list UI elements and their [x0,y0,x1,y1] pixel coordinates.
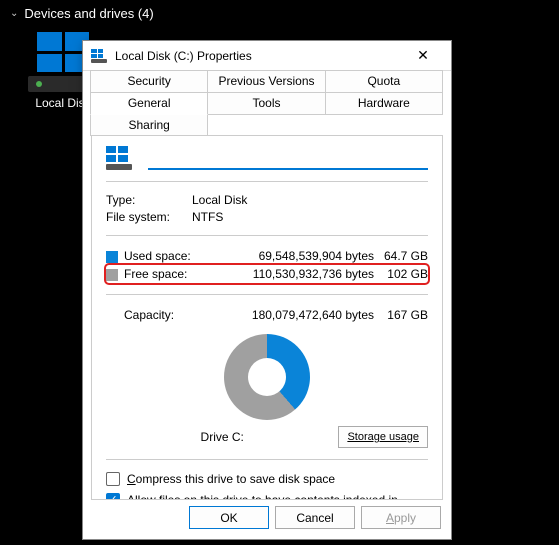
drive-icon [91,49,107,63]
type-value: Local Disk [192,193,428,207]
tab-quota[interactable]: Quota [325,70,443,93]
tab-sharing[interactable]: Sharing [90,114,208,136]
apply-button[interactable]: Apply [361,506,441,529]
storage-usage-button[interactable]: Storage usage [338,426,428,448]
capacity-gb: 167 GB [374,306,428,324]
tab-security[interactable]: Security [90,70,208,93]
section-title: Devices and drives (4) [24,6,153,21]
used-color-icon [106,251,118,263]
close-button[interactable]: ✕ [403,42,443,70]
used-bytes: 69,548,539,904 bytes [213,247,374,265]
free-label: Free space: [124,265,213,283]
capacity-bytes: 180,079,472,640 bytes [197,306,374,324]
tab-strip: Security Previous Versions Quota General… [83,71,451,136]
tab-general[interactable]: General [90,92,208,115]
cancel-button[interactable]: Cancel [275,506,355,529]
drive-icon [106,146,134,170]
free-bytes: 110,530,932,736 bytes [213,265,374,283]
space-table: Used space: 69,548,539,904 bytes 64.7 GB… [106,247,428,283]
used-space-row: Used space: 69,548,539,904 bytes 64.7 GB [106,247,428,265]
used-gb: 64.7 GB [374,247,428,265]
type-label: Type: [106,193,184,207]
index-checkbox-row[interactable]: ✓ Allow files on this drive to have cont… [106,492,428,500]
filesystem-label: File system: [106,210,184,224]
dialog-buttons: OK Cancel Apply [83,506,451,539]
index-label: Allow files on this drive to have conten… [127,492,428,500]
tab-previous-versions[interactable]: Previous Versions [207,70,325,93]
used-label: Used space: [124,247,213,265]
drive-name-input[interactable] [148,146,428,170]
tab-tools[interactable]: Tools [207,92,325,115]
free-color-icon [106,269,118,281]
compress-label: Compress this drive to save disk space [127,471,335,487]
dialog-title: Local Disk (C:) Properties [115,49,403,63]
compress-checkbox[interactable] [106,472,120,486]
drive-letter-label: Drive C: [106,430,338,444]
tab-hardware[interactable]: Hardware [325,92,443,115]
capacity-label: Capacity: [124,306,197,324]
properties-dialog: Local Disk (C:) Properties ✕ Security Pr… [82,40,452,540]
ok-button[interactable]: OK [189,506,269,529]
usage-donut-icon [224,334,310,420]
filesystem-value: NTFS [192,210,428,224]
compress-checkbox-row[interactable]: Compress this drive to save disk space [106,471,428,487]
chevron-down-icon: ⌄ [10,8,18,19]
free-gb: 102 GB [374,265,428,283]
index-checkbox[interactable]: ✓ [106,493,120,500]
free-space-row: Free space: 110,530,932,736 bytes 102 GB [106,265,428,283]
dialog-titlebar: Local Disk (C:) Properties ✕ [83,41,451,71]
explorer-section-header[interactable]: ⌄ Devices and drives (4) [0,0,559,27]
tab-body-general: Type: Local Disk File system: NTFS Used … [91,135,443,500]
capacity-row: Capacity: 180,079,472,640 bytes 167 GB [106,306,428,324]
